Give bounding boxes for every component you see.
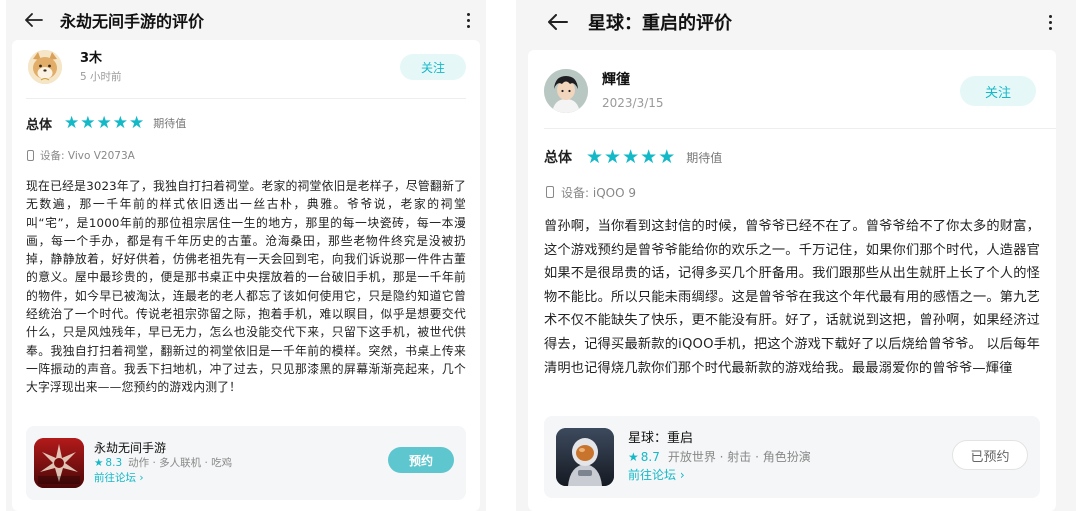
more-options-icon[interactable] xyxy=(1042,12,1058,32)
game-score: 8.7 xyxy=(640,450,660,464)
star-icon: ★ xyxy=(586,146,604,168)
reviewer-name[interactable]: 輝徸 xyxy=(602,71,664,89)
star-icon: ★ xyxy=(658,146,676,168)
back-arrow-icon[interactable] xyxy=(14,0,54,40)
reviewer-row: 輝徸 2023/3/15 关注 xyxy=(544,68,1036,114)
divider xyxy=(544,128,1056,129)
follow-button[interactable]: 关注 xyxy=(960,76,1036,106)
rating-label: 总体 xyxy=(544,150,572,166)
game-score: 8.3 xyxy=(105,457,123,469)
game-meta: ★ 8.7 开放世界 · 射击 · 角色扮演 xyxy=(628,448,811,466)
top-bar: 星球：重启的评价 xyxy=(516,0,1076,44)
review-text: 曾孙啊，当你看到这封信的时候，曾爷爷已经不在了。曾爷爷给不了你太多的财富，这个游… xyxy=(544,219,1040,376)
phone-icon xyxy=(546,186,554,198)
device-info: 设备: Vivo V2073A xyxy=(27,147,480,163)
reserved-button[interactable]: 已预约 xyxy=(952,440,1028,470)
top-bar: 永劫无间手游的评价 xyxy=(6,0,486,40)
rating-label: 总体 xyxy=(26,117,53,133)
game-meta: ★ 8.3 动作 · 多人联机 · 吃鸡 xyxy=(94,456,232,471)
reviewer-name[interactable]: 3木 xyxy=(80,51,122,67)
game-info: 永劫无间手游 ★ 8.3 动作 · 多人联机 · 吃鸡 前往论坛 › xyxy=(94,440,232,486)
avatar[interactable] xyxy=(544,69,588,113)
game-info: 星球：重启 ★ 8.7 开放世界 · 射击 · 角色扮演 前往论坛 › xyxy=(628,430,811,484)
device-label: 设备: iQOO 9 xyxy=(561,185,636,200)
reviewer-meta: 輝徸 2023/3/15 xyxy=(602,71,664,111)
game-name[interactable]: 星球：重启 xyxy=(628,430,811,448)
star-icon: ★ xyxy=(604,146,622,168)
device-info: 设备: iQOO 9 xyxy=(546,183,1056,201)
star-icon: ★ xyxy=(129,113,145,133)
reviewer-row: 3木 5 小时前 关注 xyxy=(28,48,466,86)
score-star-icon: ★ xyxy=(628,450,639,464)
star-icon: ★ xyxy=(80,113,96,133)
review-card: 3木 5 小时前 关注 总体 ★ ★ ★ ★ ★ 期待值 设备: Vivo V2… xyxy=(12,40,480,511)
astronaut-game-icon[interactable] xyxy=(556,428,614,486)
review-panel-naraka: 永劫无间手游的评价 3木 5 小时前 关注 总体 ★ ★ ★ ★ ★ 期待值 设… xyxy=(6,0,486,511)
back-arrow-icon[interactable] xyxy=(536,0,580,44)
star-icon: ★ xyxy=(64,113,80,133)
game-tags: 开放世界 · 射击 · 角色扮演 xyxy=(667,450,811,464)
follow-button[interactable]: 关注 xyxy=(400,54,466,80)
star-rating: ★ ★ ★ ★ ★ xyxy=(586,146,676,168)
page-title: 星球：重启的评价 xyxy=(588,13,732,34)
rating-tag: 期待值 xyxy=(153,117,187,130)
reviewer-meta: 3木 5 小时前 xyxy=(80,51,122,84)
star-icon: ★ xyxy=(112,113,129,133)
star-icon: ★ xyxy=(96,113,112,133)
star-icon: ★ xyxy=(640,146,658,168)
review-time: 5 小时前 xyxy=(80,70,122,83)
score-star-icon: ★ xyxy=(94,457,104,469)
star-rating: ★ ★ ★ ★ ★ xyxy=(64,113,145,133)
reserve-button[interactable]: 预约 xyxy=(388,447,454,473)
review-card: 輝徸 2023/3/15 关注 总体 ★ ★ ★ ★ ★ 期待值 设备: iQO… xyxy=(528,50,1056,511)
rating-row: 总体 ★ ★ ★ ★ ★ 期待值 xyxy=(26,113,480,133)
more-options-icon[interactable] xyxy=(460,10,476,30)
forum-link[interactable]: 前往论坛 › xyxy=(628,466,811,484)
review-panel-planet-reboot: 星球：重启的评价 輝徸 2023/3/15 关注 总体 ★ ★ ★ ★ ★ 期待… xyxy=(516,0,1076,511)
rating-row: 总体 ★ ★ ★ ★ ★ 期待值 xyxy=(544,146,1056,168)
game-tags: 动作 · 多人联机 · 吃鸡 xyxy=(128,457,233,469)
game-card[interactable]: 永劫无间手游 ★ 8.3 动作 · 多人联机 · 吃鸡 前往论坛 › 预约 xyxy=(26,426,466,500)
phone-icon xyxy=(27,149,34,161)
star-icon: ★ xyxy=(622,146,640,168)
forum-link[interactable]: 前往论坛 › xyxy=(94,471,232,486)
device-label: 设备: Vivo V2073A xyxy=(40,149,135,162)
review-text: 现在已经是3023年了，我独自打扫着祠堂。老家的祠堂依旧是老样子，尽管翻新了无数… xyxy=(26,179,466,395)
rating-tag: 期待值 xyxy=(686,150,723,165)
review-time: 2023/3/15 xyxy=(602,96,664,110)
avatar[interactable] xyxy=(28,50,62,84)
page-title: 永劫无间手游的评价 xyxy=(60,12,205,31)
naraka-game-icon[interactable] xyxy=(34,438,84,488)
divider xyxy=(26,98,466,99)
game-name[interactable]: 永劫无间手游 xyxy=(94,440,232,456)
game-card[interactable]: 星球：重启 ★ 8.7 开放世界 · 射击 · 角色扮演 前往论坛 › 已预约 xyxy=(544,416,1040,498)
